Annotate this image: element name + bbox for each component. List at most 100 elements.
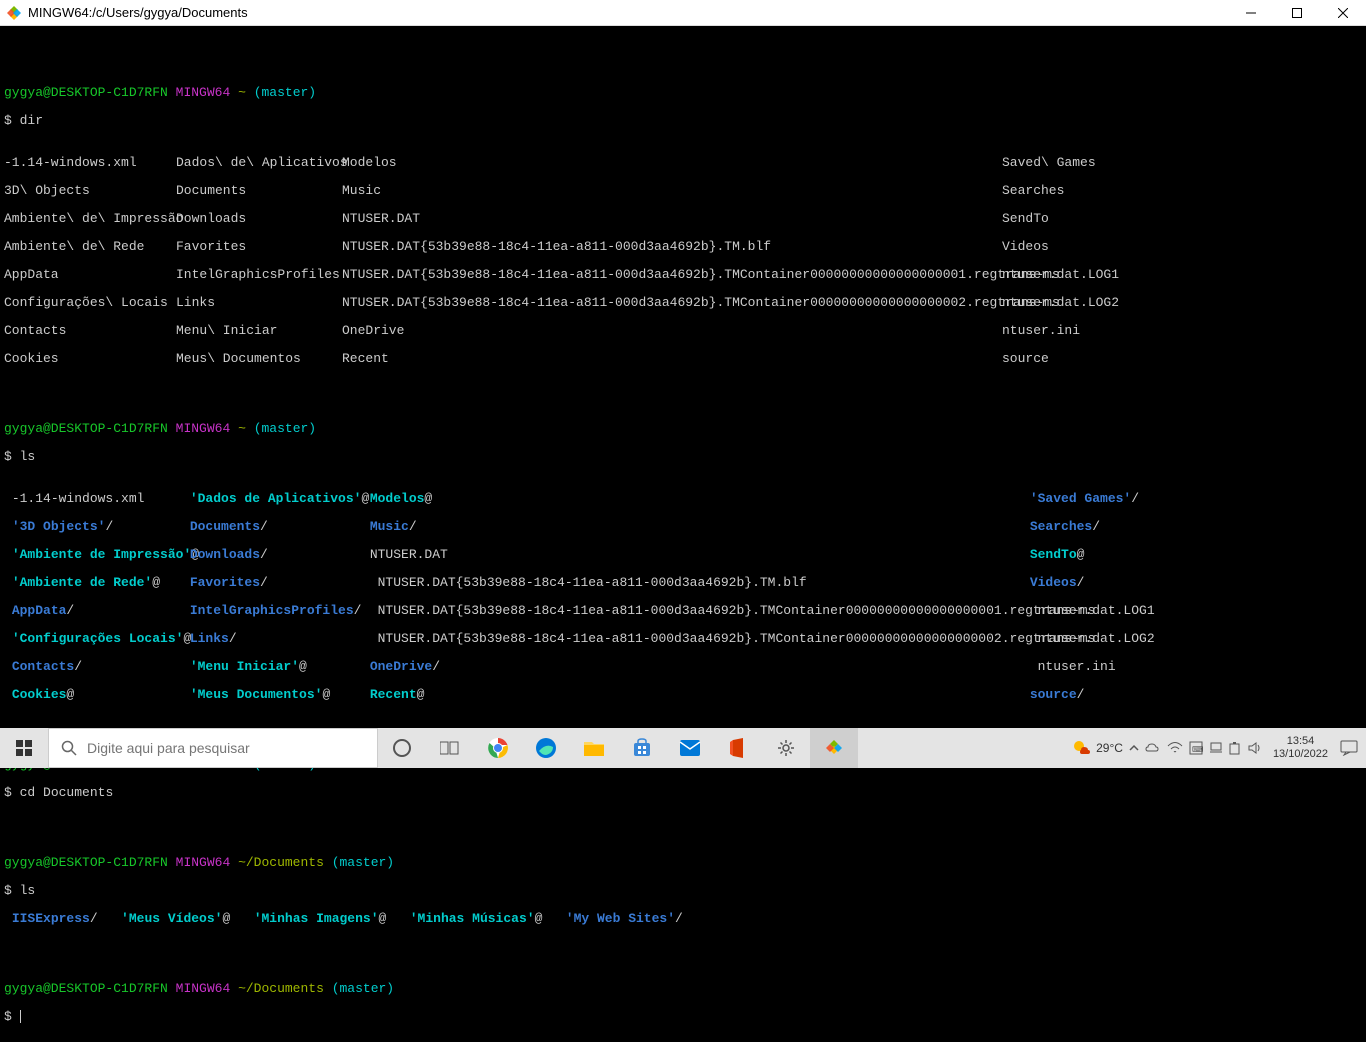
dollar: $ xyxy=(4,785,12,800)
directory: IISExpress xyxy=(12,911,90,926)
edge-icon[interactable] xyxy=(522,728,570,768)
file: ntuser.dat.LOG2 xyxy=(1002,295,1119,310)
directory: Contacts xyxy=(12,659,74,674)
file: ntuser.dat.LOG2 xyxy=(1030,631,1155,646)
symlink: 'Ambiente de Impressão' xyxy=(12,547,191,562)
file: ntuser.ini xyxy=(1002,323,1080,338)
file: NTUSER.DAT{53b39e88-18c4-11ea-a811-000d3… xyxy=(370,575,807,590)
maximize-button[interactable] xyxy=(1274,0,1320,26)
file: NTUSER.DAT{53b39e88-18c4-11ea-a811-000d3… xyxy=(342,240,1002,254)
notifications-icon[interactable] xyxy=(1340,740,1358,756)
clock-date: 13/10/2022 xyxy=(1273,748,1328,761)
dollar: $ xyxy=(4,113,12,128)
file: ntuser.dat.LOG1 xyxy=(1030,603,1155,618)
weather-text: 29°C xyxy=(1096,741,1123,755)
weather-widget[interactable]: 29°C xyxy=(1072,738,1123,758)
taskbar-icons xyxy=(378,728,858,768)
file: IntelGraphicsProfiles xyxy=(176,268,342,282)
directory: source xyxy=(1030,687,1077,702)
directory: Searches xyxy=(1030,519,1092,534)
task-view-icon[interactable] xyxy=(426,728,474,768)
cmd-ls: ls xyxy=(20,449,36,464)
symlink: 'Meus Documentos' xyxy=(190,687,323,702)
file: OneDrive xyxy=(342,324,1002,338)
prompt-path: ~ xyxy=(238,85,246,100)
file-explorer-icon[interactable] xyxy=(570,728,618,768)
file: Music xyxy=(342,184,1002,198)
window-titlebar: MINGW64:/c/Users/gygya/Documents xyxy=(0,0,1366,26)
settings-icon[interactable] xyxy=(762,728,810,768)
cmd-dir: dir xyxy=(20,113,43,128)
symlink: Cookies xyxy=(12,687,67,702)
clock-time: 13:54 xyxy=(1273,735,1328,748)
file: Meus\ Documentos xyxy=(176,352,342,366)
symlink: SendTo xyxy=(1030,547,1077,562)
prompt-branch: (master) xyxy=(254,85,316,100)
file: Searches xyxy=(1002,183,1064,198)
directory: Music xyxy=(370,519,409,534)
file: Documents xyxy=(176,184,342,198)
directory: AppData xyxy=(12,603,67,618)
directory: 'My Web Sites' xyxy=(566,911,675,926)
file: Favorites xyxy=(176,240,342,254)
file: Downloads xyxy=(176,212,342,226)
prompt-user: gygya@DESKTOP-C1D7RFN xyxy=(4,855,168,870)
mail-icon[interactable] xyxy=(666,728,714,768)
svg-text:⌨: ⌨ xyxy=(1192,745,1203,754)
prompt-user: gygya@DESKTOP-C1D7RFN xyxy=(4,421,168,436)
office-icon[interactable] xyxy=(714,728,762,768)
file: AppData xyxy=(4,268,176,282)
file: NTUSER.DAT{53b39e88-18c4-11ea-a811-000d3… xyxy=(370,631,1096,646)
language-icon[interactable]: ⌨ xyxy=(1189,741,1203,755)
chrome-icon[interactable] xyxy=(474,728,522,768)
file: ntuser.dat.LOG1 xyxy=(1002,267,1119,282)
clock[interactable]: 13:54 13/10/2022 xyxy=(1267,735,1334,761)
search-input[interactable] xyxy=(87,740,365,756)
symlink: 'Ambiente de Rede' xyxy=(12,575,152,590)
microsoft-store-icon[interactable] xyxy=(618,728,666,768)
tray-chevron-icon[interactable] xyxy=(1129,743,1139,753)
symlink: 'Menu Iniciar' xyxy=(190,659,299,674)
system-tray: 29°C ⌨ 13:54 13/10/2022 xyxy=(1072,728,1366,768)
directory: OneDrive xyxy=(370,659,432,674)
weather-icon xyxy=(1072,738,1092,758)
prompt-branch: (master) xyxy=(254,421,316,436)
onedrive-icon[interactable] xyxy=(1145,741,1161,755)
prompt-shell: MINGW64 xyxy=(176,981,231,996)
file: Saved\ Games xyxy=(1002,155,1096,170)
prompt-user: gygya@DESKTOP-C1D7RFN xyxy=(4,981,168,996)
search-icon xyxy=(61,740,77,756)
directory: Downloads xyxy=(190,547,260,562)
search-box[interactable] xyxy=(48,728,378,768)
dollar: $ xyxy=(4,883,12,898)
start-button[interactable] xyxy=(0,728,48,768)
file: SendTo xyxy=(1002,211,1049,226)
git-bash-icon[interactable] xyxy=(810,728,858,768)
volume-icon[interactable] xyxy=(1247,741,1261,755)
symlink: 'Minhas Imagens' xyxy=(254,911,379,926)
laptop-icon[interactable] xyxy=(1209,741,1223,755)
directory: '3D Objects' xyxy=(12,519,106,534)
dollar: $ xyxy=(4,1009,12,1024)
file: Menu\ Iniciar xyxy=(176,324,342,338)
file: -1.14-windows.xml xyxy=(12,491,145,506)
wifi-icon[interactable] xyxy=(1167,741,1183,755)
file: Ambiente\ de\ Rede xyxy=(4,240,176,254)
prompt-path: ~/Documents xyxy=(238,981,324,996)
prompt-path: ~ xyxy=(238,421,246,436)
battery-icon[interactable] xyxy=(1229,741,1241,755)
file: NTUSER.DAT xyxy=(342,212,1002,226)
file: NTUSER.DAT xyxy=(370,547,448,562)
close-button[interactable] xyxy=(1320,0,1366,26)
file: -1.14-windows.xml xyxy=(4,156,176,170)
cortana-icon[interactable] xyxy=(378,728,426,768)
file: NTUSER.DAT{53b39e88-18c4-11ea-a811-000d3… xyxy=(342,268,1002,282)
directory: Links xyxy=(190,631,229,646)
prompt-shell: MINGW64 xyxy=(176,855,231,870)
minimize-button[interactable] xyxy=(1228,0,1274,26)
symlink: Recent xyxy=(370,687,417,702)
file: source xyxy=(1002,351,1049,366)
terminal-output[interactable]: gygya@DESKTOP-C1D7RFN MINGW64 ~ (master)… xyxy=(0,26,1366,1042)
file: NTUSER.DAT{53b39e88-18c4-11ea-a811-000d3… xyxy=(370,603,1096,618)
cursor[interactable] xyxy=(20,1010,21,1023)
